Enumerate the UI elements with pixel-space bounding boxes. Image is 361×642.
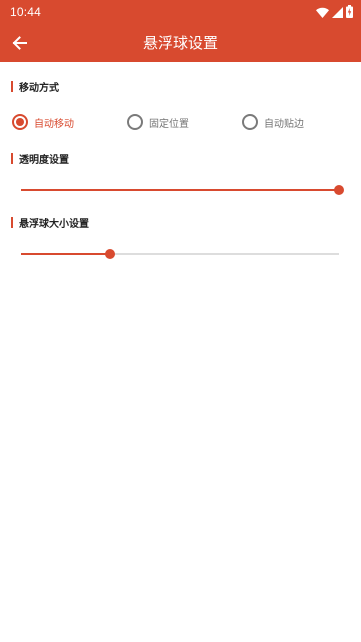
section-header-transparency: 透明度设置 <box>11 151 69 166</box>
slider-fill <box>21 189 339 191</box>
slider-thumb[interactable] <box>105 249 115 259</box>
radio-label-auto-move: 自动移动 <box>34 118 74 130</box>
status-bar: 10:44 <box>0 0 361 24</box>
page-title: 悬浮球设置 <box>142 34 218 52</box>
section-accent-bar <box>11 152 13 164</box>
status-time: 10:44 <box>10 5 42 19</box>
app-toolbar: 悬浮球设置 <box>0 24 361 62</box>
ball-size-slider[interactable] <box>21 247 344 261</box>
transparency-slider[interactable] <box>21 183 344 197</box>
radio-button-circle[interactable] <box>12 114 28 130</box>
radio-auto-snap-edge[interactable]: 自动贴边 <box>242 113 304 131</box>
section-title-move-mode: 移动方式 <box>19 82 59 94</box>
radio-auto-move[interactable]: 自动移动 <box>12 113 74 131</box>
slider-fill <box>21 253 110 255</box>
battery-charging-icon <box>346 3 353 22</box>
section-accent-bar <box>11 80 13 92</box>
status-icons <box>316 3 353 22</box>
section-header-move-mode: 移动方式 <box>11 79 59 94</box>
section-title-transparency: 透明度设置 <box>19 154 69 166</box>
section-title-ball-size: 悬浮球大小设置 <box>19 218 89 230</box>
radio-button-circle[interactable] <box>127 114 143 130</box>
radio-fixed-position[interactable]: 固定位置 <box>127 113 189 131</box>
slider-thumb[interactable] <box>334 185 344 195</box>
radio-label-auto-snap-edge: 自动贴边 <box>264 118 304 130</box>
floating-ball-settings-screen: 10:44 悬浮球设置 移动方式 自动移动 固定位置 自动贴边 透明度设置 悬浮… <box>0 0 361 642</box>
wifi-icon <box>316 3 329 22</box>
radio-button-circle[interactable] <box>242 114 258 130</box>
radio-label-fixed-position: 固定位置 <box>149 118 189 130</box>
section-header-ball-size: 悬浮球大小设置 <box>11 215 89 230</box>
cellular-signal-icon <box>332 3 343 22</box>
section-accent-bar <box>11 216 13 228</box>
